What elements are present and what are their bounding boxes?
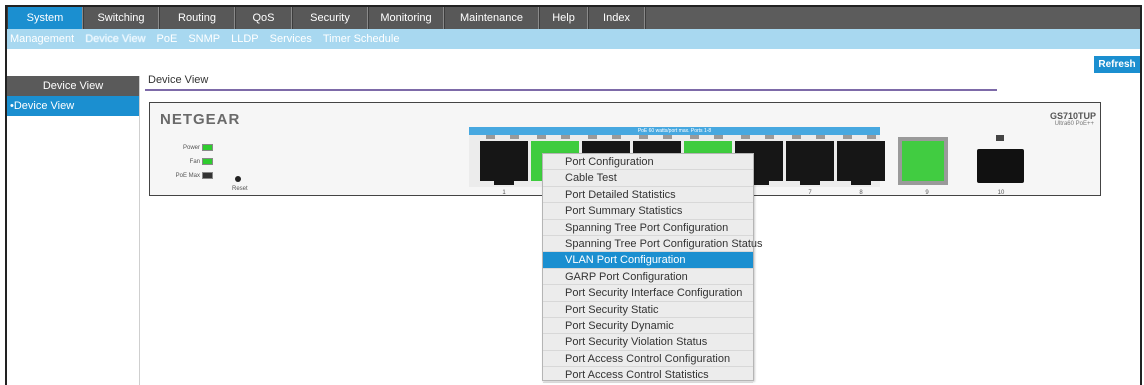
content-tab-device-view[interactable]: Device View xyxy=(148,74,208,86)
menu-item-cable-test[interactable]: Cable Test xyxy=(543,170,753,187)
port-number: 9 xyxy=(925,190,929,196)
menu-item-port-security-static[interactable]: Port Security Static xyxy=(543,302,753,318)
led-label: Power xyxy=(182,144,200,151)
sidebar: Device View •Device View xyxy=(7,76,140,385)
port-led-icon xyxy=(765,135,774,139)
subnav-device-view[interactable]: Device View xyxy=(85,33,145,45)
port-number: 8 xyxy=(859,190,863,196)
port-led-icon xyxy=(537,135,546,139)
tab-help[interactable]: Help xyxy=(539,7,588,29)
reset-button-icon[interactable] xyxy=(235,176,241,182)
port-led-icon xyxy=(639,135,648,139)
port-led-icon xyxy=(663,135,672,139)
port-led-icon xyxy=(612,135,621,139)
subnav-snmp[interactable]: SNMP xyxy=(188,33,220,45)
sidebar-item-device-view[interactable]: •Device View xyxy=(7,96,139,116)
menu-item-port-access-control-statistics[interactable]: Port Access Control Statistics xyxy=(543,367,753,384)
top-nav-filler xyxy=(645,7,1140,29)
port-led-icon xyxy=(843,135,852,139)
menu-item-port-summary-statistics[interactable]: Port Summary Statistics xyxy=(543,203,753,220)
port-number: 1 xyxy=(502,190,506,196)
port-7[interactable] xyxy=(786,141,834,185)
subnav-services[interactable]: Services xyxy=(270,33,312,45)
tab-index[interactable]: Index xyxy=(588,7,645,29)
subnav-poe[interactable]: PoE xyxy=(157,33,178,45)
tab-qos[interactable]: QoS xyxy=(235,7,292,29)
menu-item-garp-port-configuration[interactable]: GARP Port Configuration xyxy=(543,269,753,286)
port-led-icon xyxy=(486,135,495,139)
port-10[interactable] xyxy=(977,149,1024,183)
content-tab-underline xyxy=(145,89,997,91)
port-led-icon xyxy=(588,135,597,139)
subnav-lldp[interactable]: LLDP xyxy=(231,33,259,45)
tab-system[interactable]: System xyxy=(7,7,83,29)
port-led-icon xyxy=(816,135,825,139)
port-led-icon xyxy=(510,135,519,139)
port-number: 10 xyxy=(997,190,1005,196)
reset-label: Reset xyxy=(232,186,248,192)
port-led-icon xyxy=(714,135,723,139)
port-8[interactable] xyxy=(837,141,885,185)
brand-logo: NETGEAR xyxy=(160,111,241,128)
menu-item-port-configuration[interactable]: Port Configuration xyxy=(543,154,753,171)
tab-monitoring[interactable]: Monitoring xyxy=(368,7,444,29)
port-led-icon xyxy=(792,135,801,139)
led-power: Power xyxy=(168,144,213,151)
app-frame: System Switching Routing QoS Security Mo… xyxy=(5,5,1142,385)
led-fan: Fan xyxy=(168,158,213,165)
menu-item-stp-port-configuration[interactable]: Spanning Tree Port Configuration xyxy=(543,220,753,236)
tab-switching[interactable]: Switching xyxy=(83,7,159,29)
subnav-management[interactable]: Management xyxy=(10,33,74,45)
port-9[interactable] xyxy=(898,137,948,185)
menu-item-port-security-dynamic[interactable]: Port Security Dynamic xyxy=(543,318,753,335)
poe-max-led-icon xyxy=(202,172,213,179)
port-1[interactable] xyxy=(480,141,528,185)
fan-led-icon xyxy=(202,158,213,165)
menu-item-port-security-violation-status[interactable]: Port Security Violation Status xyxy=(543,334,753,351)
subnav-timer-schedule[interactable]: Timer Schedule xyxy=(323,33,400,45)
port-led-icon xyxy=(561,135,570,139)
led-label: PoE Max xyxy=(175,172,200,179)
led-poe-max: PoE Max xyxy=(168,172,213,179)
poe-band: PoE 60 watts/port max. Ports 1-8 xyxy=(469,127,880,135)
port-number: 7 xyxy=(808,190,812,196)
power-led-icon xyxy=(202,144,213,151)
port-context-menu: Port Configuration Cable Test Port Detai… xyxy=(542,153,763,384)
menu-item-vlan-port-configuration[interactable]: VLAN Port Configuration xyxy=(543,252,753,269)
tab-maintenance[interactable]: Maintenance xyxy=(444,7,539,29)
menu-item-stp-port-configuration-status[interactable]: Spanning Tree Port Configuration Status xyxy=(543,236,763,253)
menu-item-port-security-interface-configuration[interactable]: Port Security Interface Configuration xyxy=(543,285,753,302)
led-label: Fan xyxy=(189,158,200,165)
port-led-icon xyxy=(867,135,876,139)
port-led-icon xyxy=(690,135,699,139)
model-subtitle: Ultra60 PoE++ xyxy=(1054,121,1094,127)
top-nav: System Switching Routing QoS Security Mo… xyxy=(7,7,1140,29)
port-led-icon xyxy=(741,135,750,139)
refresh-button[interactable]: Refresh xyxy=(1094,56,1140,73)
menu-item-port-access-control-configuration[interactable]: Port Access Control Configuration xyxy=(543,351,753,368)
tab-routing[interactable]: Routing xyxy=(159,7,235,29)
sub-nav: Management Device View PoE SNMP LLDP Ser… xyxy=(7,29,1140,49)
menu-item-port-detailed-statistics[interactable]: Port Detailed Statistics xyxy=(543,187,753,204)
sidebar-header: Device View xyxy=(7,76,139,96)
sfp-led-icon xyxy=(996,135,1004,141)
tab-security[interactable]: Security xyxy=(292,7,368,29)
model-name: GS710TUP xyxy=(1049,111,1096,121)
